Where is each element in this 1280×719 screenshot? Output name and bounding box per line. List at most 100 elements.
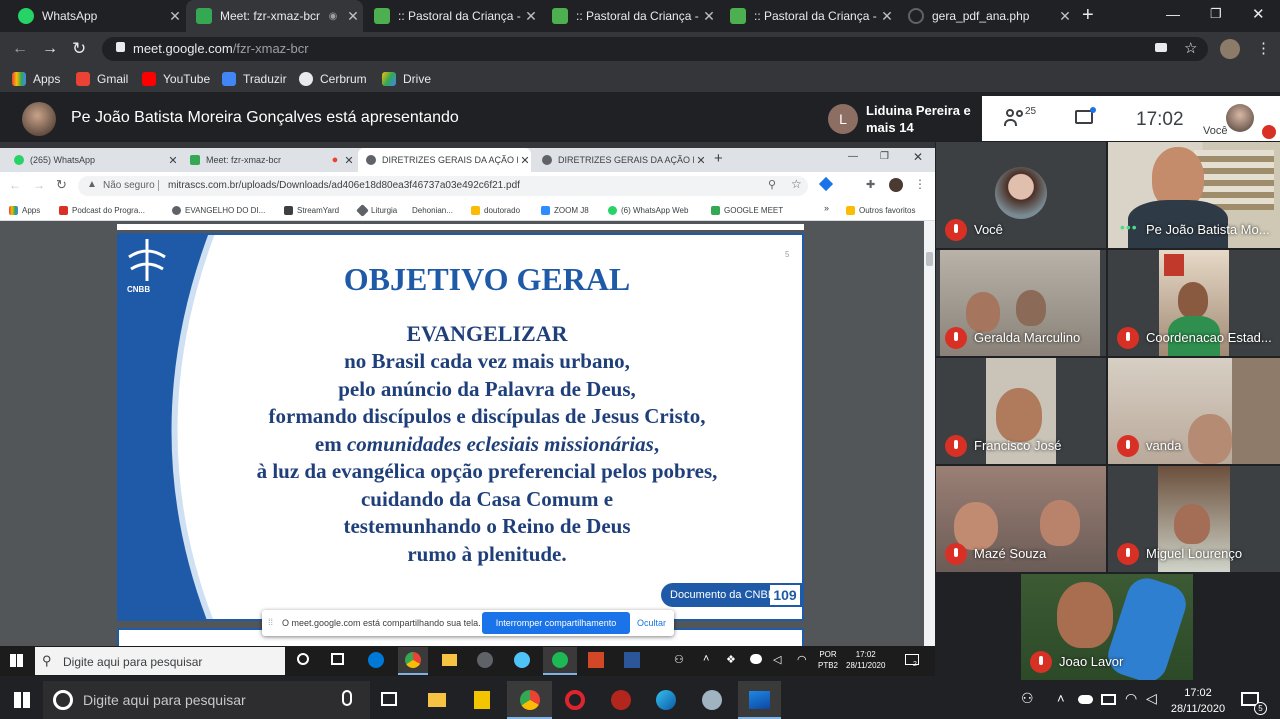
inner-volume-icon[interactable]: ◁ <box>773 653 781 666</box>
bookmark-gmail[interactable]: Gmail <box>76 70 128 88</box>
inner-menu-icon[interactable]: ⋮ <box>914 177 926 191</box>
close-tab-icon[interactable]: ✕ <box>343 8 363 25</box>
tray-arrow-icon[interactable]: ˄ <box>1057 691 1065 706</box>
close-tab-icon[interactable]: ✕ <box>342 154 356 167</box>
more-bookmarks-icon[interactable]: » <box>824 203 829 213</box>
inner-tray-arrow-icon[interactable]: ˄ <box>703 653 709 665</box>
inner-wifi-icon[interactable]: ◠ <box>797 653 807 666</box>
inner-tab-meet[interactable]: Meet: fzr-xmaz-bcr ● ✕ <box>180 150 356 170</box>
inner-tab-whatsapp[interactable]: (265) WhatsApp ✕ <box>4 150 180 170</box>
file-explorer-icon[interactable] <box>428 693 446 707</box>
inner-windows-start-icon[interactable] <box>10 654 23 667</box>
task-view-icon[interactable] <box>381 692 397 706</box>
close-tab-icon[interactable]: ✕ <box>877 8 897 25</box>
inner-close-icon[interactable]: ✕ <box>913 150 923 164</box>
star-icon[interactable]: ☆ <box>1184 39 1197 57</box>
windows-start-icon[interactable] <box>14 692 30 708</box>
opera-icon[interactable] <box>565 690 585 710</box>
tile-geralda[interactable]: Geralda Marculino <box>936 250 1106 356</box>
people-icon[interactable] <box>1004 109 1026 127</box>
inner-bookmark[interactable]: GOOGLE MEET <box>711 203 783 217</box>
wifi-icon[interactable]: ◠ <box>1125 690 1137 707</box>
close-tab-icon[interactable]: ✕ <box>166 154 180 167</box>
inner-back-icon[interactable]: ← <box>9 178 21 192</box>
tab-pastoral-1[interactable]: :: Pastoral da Criança - S ✕ <box>364 0 541 32</box>
inner-cortana-icon[interactable] <box>297 653 309 665</box>
bookmark-youtube[interactable]: YouTube <box>142 70 210 88</box>
tile-miguel[interactable]: Miguel Lourenço <box>1108 466 1280 572</box>
bookmark-apps[interactable]: Apps <box>12 70 60 88</box>
inner-people-icon[interactable]: ⚇ <box>674 653 684 666</box>
zoom-icon[interactable]: ⚲ <box>768 178 776 191</box>
inner-star-icon[interactable]: ☆ <box>791 177 802 191</box>
new-tab-button[interactable]: + <box>1082 4 1094 27</box>
inner-bookmark[interactable]: (6) WhatsApp Web <box>608 203 688 217</box>
inner-language[interactable]: POR PTB2 <box>818 649 838 671</box>
inner-bookmark[interactable]: Dehonian... <box>412 203 453 217</box>
inner-taskview-icon[interactable] <box>331 653 344 665</box>
restore-button[interactable]: ❐ <box>1210 6 1222 22</box>
pdf-scrollbar[interactable] <box>924 221 935 646</box>
edge-icon[interactable] <box>656 690 676 710</box>
tab-pastoral-3[interactable]: :: Pastoral da Criança - S ✕ <box>720 0 897 32</box>
forward-icon[interactable]: → <box>42 40 58 58</box>
inner-app-icon[interactable] <box>477 652 493 668</box>
inner-explorer-icon[interactable] <box>442 654 457 666</box>
drag-handle-icon[interactable]: ⁞⁞ <box>268 617 273 627</box>
minimize-button[interactable]: — <box>1166 6 1180 22</box>
tab-meet[interactable]: Meet: fzr-xmaz-bcr ◉ ✕ <box>186 0 363 32</box>
system-clock[interactable]: 17:02 28/11/2020 <box>1166 685 1230 717</box>
onedrive-icon[interactable] <box>1078 695 1093 704</box>
close-tab-icon[interactable]: ✕ <box>699 8 719 25</box>
inner-bookmark[interactable]: doutorado <box>471 203 520 217</box>
battery-icon[interactable] <box>1101 694 1116 705</box>
app-icon[interactable] <box>611 690 631 710</box>
tile-coordenacao[interactable]: Coordenacao Estad... <box>1108 250 1280 356</box>
tile-vanda[interactable]: vanda <box>1108 358 1280 464</box>
inner-profile-avatar[interactable] <box>889 178 903 192</box>
inner-new-tab-icon[interactable]: + <box>714 150 723 167</box>
tile-maze[interactable]: Mazé Souza <box>936 466 1106 572</box>
close-tab-icon[interactable]: ✕ <box>694 154 708 167</box>
inner-tab-diretrizes-2[interactable]: DIRETRIZES GERAIS DA AÇÃO EV ✕ <box>532 150 708 170</box>
tab-gera-pdf[interactable]: gera_pdf_ana.php ✕ <box>898 0 1075 32</box>
inner-powerpoint-icon[interactable] <box>588 652 604 668</box>
sticky-notes-icon[interactable] <box>474 691 490 709</box>
bookmark-drive[interactable]: Drive <box>382 70 431 88</box>
inner-edge-icon[interactable] <box>368 652 384 668</box>
inner-forward-icon[interactable]: → <box>33 178 45 192</box>
inner-bookmark[interactable]: EVANGELHO DO DI... <box>172 203 265 217</box>
volume-icon[interactable]: ◁ <box>1146 690 1157 707</box>
tile-joao-lavor[interactable]: Joao Lavor <box>1021 574 1193 680</box>
close-tab-icon[interactable]: ✕ <box>165 8 185 25</box>
inner-bookmark[interactable]: ZOOM J8 <box>541 203 589 217</box>
inner-restore-icon[interactable]: ❐ <box>880 151 889 162</box>
bookmark-traduzir[interactable]: Traduzir <box>222 70 287 88</box>
inner-minimize-icon[interactable]: — <box>848 151 858 162</box>
inner-tab-diretrizes-1[interactable]: DIRETRIZES GERAIS DA AÇÃO EV ✕ <box>356 150 532 170</box>
microphone-icon[interactable] <box>342 690 352 706</box>
inner-dropbox-icon[interactable]: ❖ <box>726 653 736 666</box>
puzzle-icon[interactable]: ✚ <box>866 178 875 191</box>
inner-bookmark[interactable]: Apps <box>9 203 40 217</box>
tab-whatsapp[interactable]: WhatsApp ✕ <box>8 0 185 32</box>
inner-browser-icon[interactable] <box>514 652 530 668</box>
app-icon[interactable] <box>702 690 722 710</box>
inner-word-icon[interactable] <box>624 652 640 668</box>
inner-cloud-icon[interactable] <box>750 654 762 664</box>
inner-bookmark-others[interactable]: Outros favoritos <box>846 203 915 217</box>
inner-bookmark[interactable]: StreamYard <box>284 203 339 217</box>
menu-icon[interactable]: ⋮ <box>1256 39 1271 57</box>
inner-clock[interactable]: 17:02 28/11/2020 <box>846 649 885 671</box>
tile-presenter[interactable]: ••• Pe João Batista Mo... <box>1108 142 1280 248</box>
close-tab-icon[interactable]: ✕ <box>521 8 541 25</box>
back-icon[interactable]: ← <box>12 40 28 58</box>
bookmark-cerbrum[interactable]: Cerbrum <box>299 70 367 88</box>
close-tab-icon[interactable]: ✕ <box>518 154 532 167</box>
inner-bookmark[interactable]: Liturgia <box>356 203 397 217</box>
stop-sharing-button[interactable]: Interromper compartilhamento <box>482 612 630 634</box>
profile-avatar[interactable] <box>1220 39 1240 59</box>
close-tab-icon[interactable]: ✕ <box>1055 8 1075 25</box>
inner-bookmark[interactable]: Podcast do Progra... <box>59 203 145 217</box>
pdf-scroll-thumb[interactable] <box>926 252 933 266</box>
